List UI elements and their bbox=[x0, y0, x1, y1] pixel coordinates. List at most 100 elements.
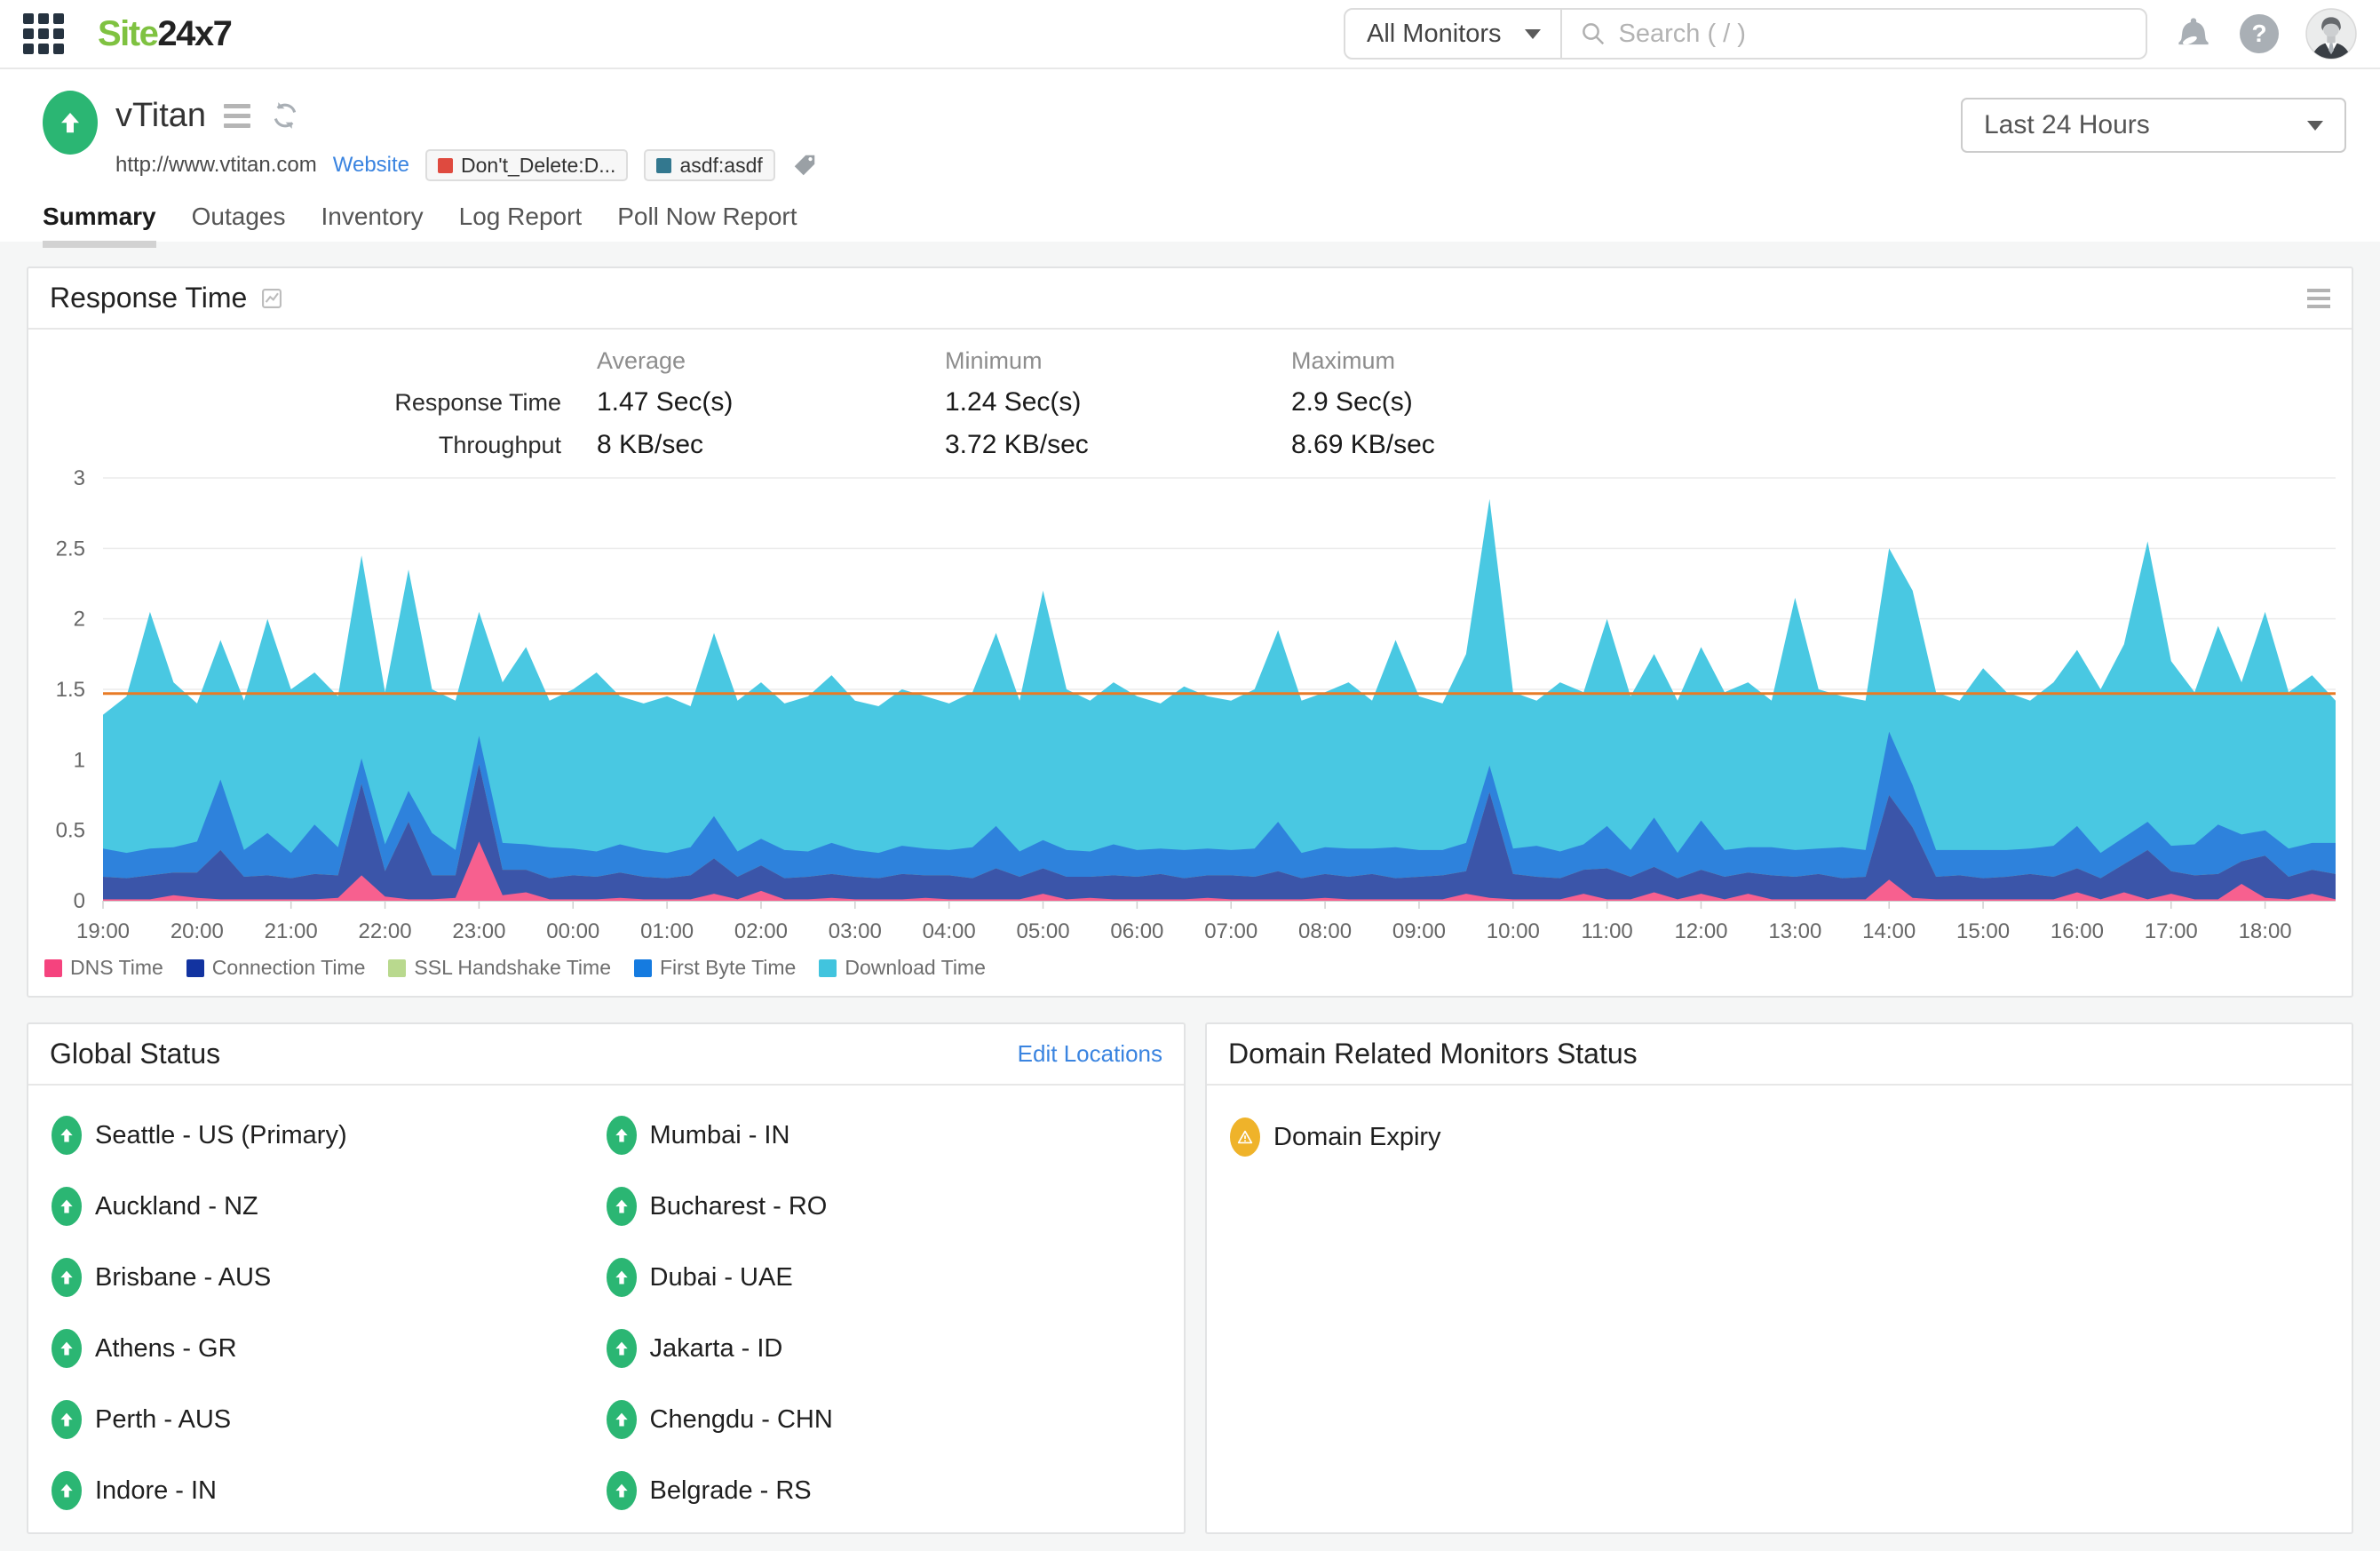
response-time-stats: Average Minimum Maximum Response Time 1.… bbox=[28, 330, 2352, 464]
svg-text:22:00: 22:00 bbox=[359, 919, 412, 943]
location-item[interactable]: Mumbai - IN bbox=[607, 1116, 1162, 1155]
location-item[interactable]: Athens - GR bbox=[52, 1329, 607, 1368]
legend-first-byte-time[interactable]: First Byte Time bbox=[634, 956, 796, 980]
tag-label: Don't_Delete:D... bbox=[461, 154, 615, 178]
refresh-icon[interactable] bbox=[268, 99, 302, 132]
location-item[interactable]: Auckland - NZ bbox=[52, 1187, 607, 1226]
tag-label: asdf:asdf bbox=[679, 154, 762, 178]
svg-text:20:00: 20:00 bbox=[171, 919, 224, 943]
legend-connection-time[interactable]: Connection Time bbox=[186, 956, 366, 980]
response-time-chart[interactable]: 00.511.522.5319:0020:0021:0022:0023:0000… bbox=[28, 464, 2352, 954]
legend-dns-time[interactable]: DNS Time bbox=[44, 956, 163, 980]
stat-value: 8 KB/sec bbox=[597, 430, 945, 460]
panel-menu-icon[interactable] bbox=[2307, 289, 2330, 308]
stat-value: 3.72 KB/sec bbox=[945, 430, 1291, 460]
location-item[interactable]: Bucharest - RO bbox=[607, 1187, 1162, 1226]
location-item[interactable]: Jakarta - ID bbox=[607, 1329, 1162, 1368]
tab-outages[interactable]: Outages bbox=[192, 203, 286, 248]
legend-swatch bbox=[44, 959, 62, 977]
domain-status-title: Domain Related Monitors Status bbox=[1228, 1038, 1638, 1070]
svg-text:14:00: 14:00 bbox=[1862, 919, 1916, 943]
stat-row-label: Response Time bbox=[28, 389, 597, 417]
up-status-icon bbox=[607, 1187, 637, 1226]
svg-text:06:00: 06:00 bbox=[1110, 919, 1163, 943]
svg-text:11:00: 11:00 bbox=[1582, 919, 1633, 943]
chevron-down-icon bbox=[1525, 29, 1541, 39]
monitor-type-link[interactable]: Website bbox=[333, 153, 409, 178]
monitor-name: vTitan bbox=[115, 97, 206, 135]
legend-swatch bbox=[819, 959, 837, 977]
up-status-icon bbox=[52, 1258, 82, 1297]
svg-text:18:00: 18:00 bbox=[2239, 919, 2292, 943]
site24x7-logo[interactable]: Site24x7 bbox=[98, 14, 231, 54]
legend-swatch bbox=[186, 959, 204, 977]
tab-inventory[interactable]: Inventory bbox=[321, 203, 423, 248]
trend-chart-icon[interactable] bbox=[259, 286, 284, 311]
stat-value: 2.9 Sec(s) bbox=[1291, 387, 2352, 418]
topbar: Site24x7 All Monitors ? bbox=[0, 0, 2380, 69]
edit-locations-link[interactable]: Edit Locations bbox=[1018, 1040, 1162, 1068]
svg-text:21:00: 21:00 bbox=[265, 919, 318, 943]
user-avatar[interactable] bbox=[2305, 8, 2357, 60]
stat-col-minimum: Minimum bbox=[945, 347, 1291, 375]
tag-chip[interactable]: asdf:asdf bbox=[644, 149, 774, 181]
up-status-icon bbox=[607, 1471, 637, 1510]
tag-icon[interactable] bbox=[791, 152, 818, 179]
chevron-down-icon bbox=[2307, 121, 2323, 131]
up-status-icon bbox=[52, 1116, 82, 1155]
global-status-title: Global Status bbox=[50, 1038, 220, 1070]
tab-log-report[interactable]: Log Report bbox=[459, 203, 583, 248]
location-item[interactable]: Perth - AUS bbox=[52, 1400, 607, 1439]
location-item[interactable]: Belgrade - RS bbox=[607, 1471, 1162, 1510]
search-box[interactable] bbox=[1562, 10, 2146, 58]
legend-ssl-handshake-time[interactable]: SSL Handshake Time bbox=[388, 956, 611, 980]
stat-col-maximum: Maximum bbox=[1291, 347, 2352, 375]
time-range-value: Last 24 Hours bbox=[1984, 110, 2150, 140]
stat-value: 1.24 Sec(s) bbox=[945, 387, 1291, 418]
monitor-up-status-icon bbox=[43, 91, 98, 155]
tag-color-swatch bbox=[656, 158, 671, 173]
tag-chip[interactable]: Don't_Delete:D... bbox=[425, 149, 628, 181]
location-item[interactable]: Brisbane - AUS bbox=[52, 1258, 607, 1297]
location-item[interactable]: Seattle - US (Primary) bbox=[52, 1116, 607, 1155]
legend-download-time[interactable]: Download Time bbox=[819, 956, 986, 980]
svg-text:2.5: 2.5 bbox=[56, 537, 85, 561]
svg-text:2: 2 bbox=[74, 608, 85, 632]
location-item[interactable]: Indore - IN bbox=[52, 1471, 607, 1510]
domain-status-panel: Domain Related Monitors Status Domain Ex… bbox=[1205, 1022, 2353, 1534]
svg-text:17:00: 17:00 bbox=[2145, 919, 2198, 943]
up-status-icon bbox=[607, 1329, 637, 1368]
svg-text:01:00: 01:00 bbox=[640, 919, 694, 943]
up-status-icon bbox=[607, 1400, 637, 1439]
warning-status-icon bbox=[1230, 1118, 1260, 1157]
up-status-icon bbox=[52, 1187, 82, 1226]
time-range-select[interactable]: Last 24 Hours bbox=[1961, 98, 2346, 153]
notifications-bell-icon[interactable] bbox=[2174, 14, 2213, 53]
svg-text:15:00: 15:00 bbox=[1956, 919, 2010, 943]
logo-text-24x7: 24x7 bbox=[157, 14, 231, 53]
tab-poll-now-report[interactable]: Poll Now Report bbox=[617, 203, 797, 248]
tab-summary[interactable]: Summary bbox=[43, 203, 156, 248]
svg-text:03:00: 03:00 bbox=[829, 919, 882, 943]
location-list: Seattle - US (Primary) Auckland - NZ Bri… bbox=[28, 1086, 1184, 1526]
svg-text:1: 1 bbox=[74, 748, 85, 772]
svg-text:13:00: 13:00 bbox=[1768, 919, 1821, 943]
main-content: Response Time Average Minimum Maximum Re… bbox=[0, 242, 2380, 1534]
search-input[interactable] bbox=[1619, 20, 2129, 49]
app-grid-icon[interactable] bbox=[23, 13, 64, 54]
monitor-actions-menu-icon[interactable] bbox=[224, 104, 250, 128]
up-status-icon bbox=[607, 1116, 637, 1155]
svg-text:12:00: 12:00 bbox=[1674, 919, 1727, 943]
location-item[interactable]: Dubai - UAE bbox=[607, 1258, 1162, 1297]
logo-text-site: Site bbox=[98, 14, 157, 53]
help-icon[interactable]: ? bbox=[2240, 14, 2279, 53]
monitor-scope-select[interactable]: All Monitors bbox=[1345, 10, 1562, 58]
stat-value: 8.69 KB/sec bbox=[1291, 430, 2352, 460]
domain-monitor-item[interactable]: Domain Expiry bbox=[1230, 1118, 2328, 1157]
monitor-tabs: Summary Outages Inventory Log Report Pol… bbox=[43, 203, 2353, 248]
svg-text:1.5: 1.5 bbox=[56, 678, 85, 702]
svg-text:3: 3 bbox=[74, 466, 85, 490]
monitor-scope-label: All Monitors bbox=[1367, 20, 1502, 49]
location-item[interactable]: Chengdu - CHN bbox=[607, 1400, 1162, 1439]
up-status-icon bbox=[52, 1400, 82, 1439]
